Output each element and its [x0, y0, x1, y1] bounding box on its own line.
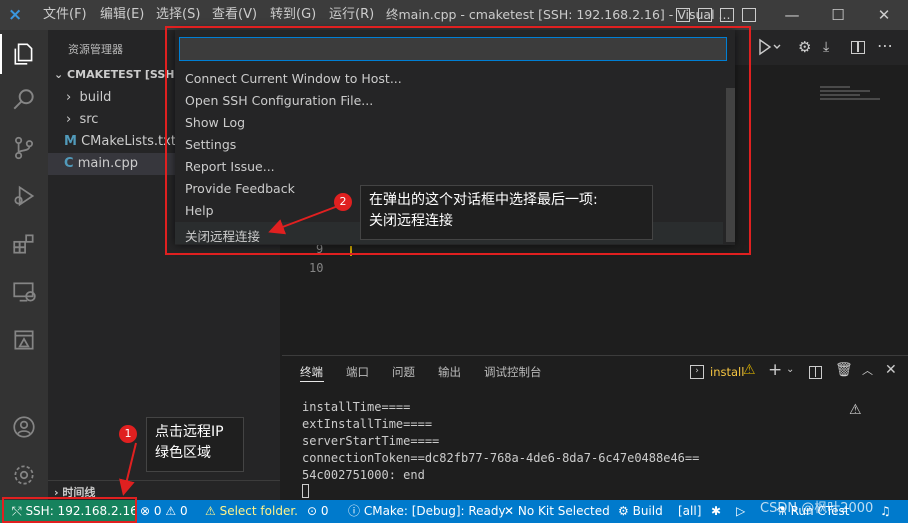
- annotation-arrows: [119, 205, 339, 496]
- annotation-arrow-1: [119, 442, 137, 496]
- watermark: CSDN @枫叶2000: [760, 501, 874, 516]
- annotation-arrow-2: [268, 205, 339, 235]
